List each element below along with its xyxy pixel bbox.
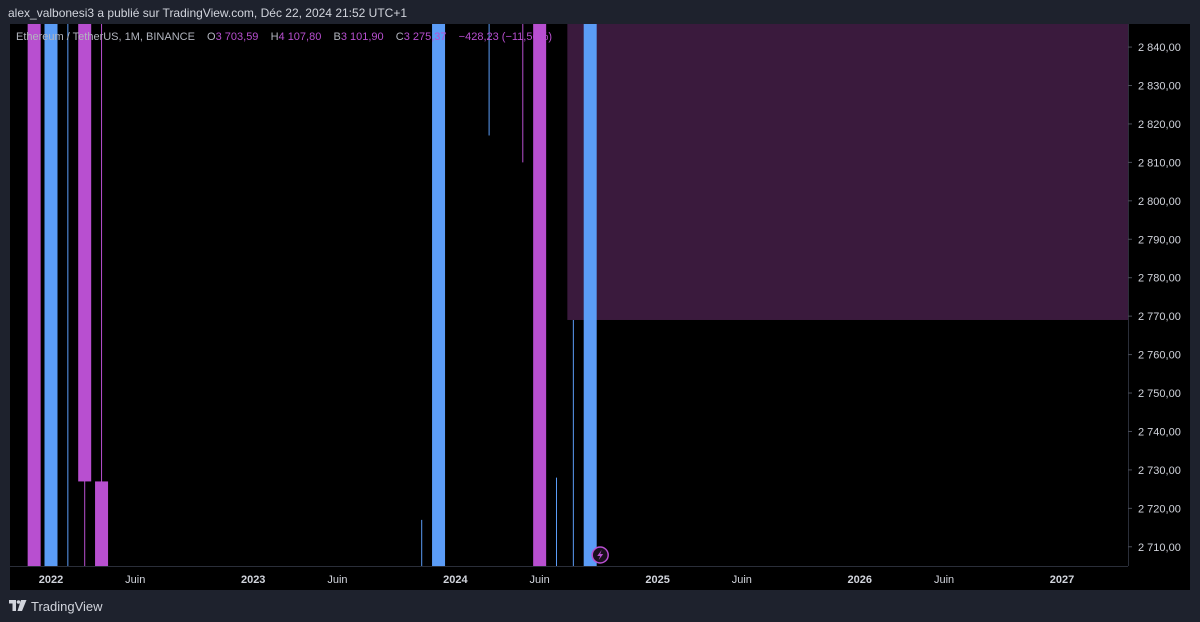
symbol-legend: Ethereum / TetherUS, 1M, BINANCE O3 703,… xyxy=(16,31,552,43)
x-tick-label: 2026 xyxy=(848,574,872,586)
y-tick-label: 2 710,00 xyxy=(1138,542,1181,554)
x-tick-label: 2025 xyxy=(645,574,669,586)
candle-body xyxy=(432,24,446,566)
footer-bar: TradingView xyxy=(0,590,1200,622)
y-tick-label: 2 790,00 xyxy=(1138,234,1181,246)
x-tick-label: Juin xyxy=(934,574,954,586)
x-tick-label: 2024 xyxy=(443,574,468,586)
change-value: −428,23 (−11,56%) xyxy=(458,31,553,43)
symbol-name[interactable]: Ethereum / TetherUS, 1M, BINANCE xyxy=(16,31,195,43)
low-label: B xyxy=(333,31,341,43)
candle-body xyxy=(95,481,109,566)
y-tick-label: 2 810,00 xyxy=(1138,157,1181,169)
high-label: H xyxy=(270,31,279,43)
y-tick-label: 2 730,00 xyxy=(1138,465,1181,477)
y-tick-label: 2 770,00 xyxy=(1138,311,1181,323)
price-chart[interactable]: 2 840,00 2 830,00 2 820,00 2 810,00 2 800,00… xyxy=(10,24,1190,590)
open-label: O xyxy=(207,31,216,43)
y-tick-label: 2 740,00 xyxy=(1138,426,1181,438)
tradingview-logo-icon[interactable] xyxy=(9,600,27,612)
publish-info: alex_valbonesi3 a publié sur TradingView… xyxy=(8,6,408,20)
lightning-icon[interactable] xyxy=(591,546,609,564)
y-tick-label: 2 830,00 xyxy=(1138,81,1181,93)
y-tick-label: 2 750,00 xyxy=(1138,388,1181,400)
candle-body xyxy=(583,24,597,566)
brand-name[interactable]: TradingView xyxy=(31,599,103,614)
x-tick-label: 2022 xyxy=(39,574,63,586)
x-tick-label: 2023 xyxy=(241,574,265,586)
low-value: 3 101,90 xyxy=(340,31,384,43)
x-tick-label: Juin xyxy=(732,574,752,586)
y-tick-label: 2 720,00 xyxy=(1138,503,1181,515)
supply-zone xyxy=(567,24,1128,320)
candle-body xyxy=(44,24,58,566)
candle-body xyxy=(78,24,92,482)
x-tick-label: Juin xyxy=(327,574,347,586)
open-value: 3 703,59 xyxy=(215,31,259,43)
y-tick-label: 2 800,00 xyxy=(1138,196,1181,208)
y-tick-label: 2 760,00 xyxy=(1138,350,1181,362)
high-value: 4 107,80 xyxy=(278,31,322,43)
x-tick-label: Juin xyxy=(530,574,550,586)
y-tick-label: 2 840,00 xyxy=(1138,42,1181,54)
x-tick-label: Juin xyxy=(125,574,145,586)
y-tick-label: 2 780,00 xyxy=(1138,273,1181,285)
candle-body xyxy=(27,24,41,566)
close-label: C xyxy=(395,31,404,43)
chart-area[interactable]: 2 840,00 2 830,00 2 820,00 2 810,00 2 800,00… xyxy=(10,24,1190,590)
close-value: 3 275,37 xyxy=(403,31,447,43)
y-tick-label: 2 820,00 xyxy=(1138,119,1181,131)
x-tick-label: 2027 xyxy=(1050,574,1074,586)
candle-body xyxy=(533,24,547,566)
